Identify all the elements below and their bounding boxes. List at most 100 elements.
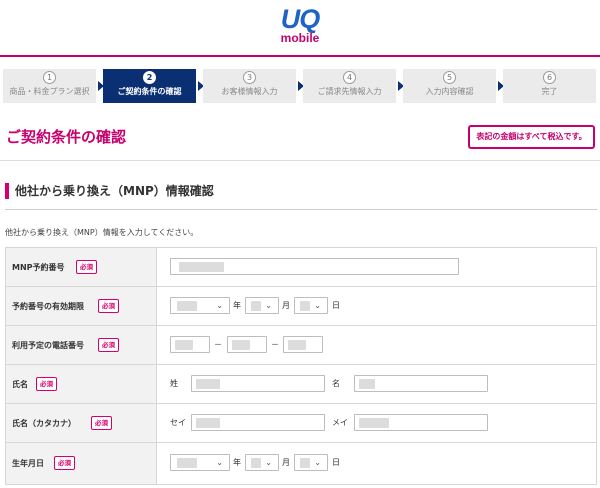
- chevron-down-icon: ⌄: [314, 301, 321, 310]
- first-name-kana-input[interactable]: [354, 414, 488, 431]
- step-label: お客様情報入力: [221, 87, 278, 96]
- chevron-down-icon: ⌄: [265, 458, 272, 467]
- sei-kana-label: セイ: [170, 418, 186, 427]
- phone-part2-input[interactable]: [227, 336, 267, 353]
- divider: [5, 209, 597, 210]
- step-number: 6: [543, 71, 556, 84]
- first-name-input[interactable]: [354, 375, 488, 392]
- last-name-kana-input[interactable]: [191, 414, 325, 431]
- month-unit: 月: [282, 301, 290, 310]
- step-number: 3: [243, 71, 256, 84]
- redacted-value: [196, 379, 220, 389]
- step-5: 5 入力内容確認: [403, 69, 496, 103]
- step-label: 完了: [541, 87, 558, 96]
- required-badge: 必須: [98, 299, 119, 313]
- tax-note-badge: 表記の金額はすべて税込です。: [468, 125, 595, 149]
- phone-part3-input[interactable]: [283, 336, 323, 353]
- logo-mobile-text: mobile: [280, 31, 320, 45]
- step-4: 4 ご請求先情報入力: [303, 69, 396, 103]
- form-row-mnp-number: MNP予約番号 必須: [6, 248, 596, 287]
- mnp-number-input[interactable]: [170, 258, 459, 275]
- day-unit: 日: [332, 301, 340, 310]
- logo-uq-text: UQ: [280, 4, 321, 34]
- mnp-form: MNP予約番号 必須 予約番号の有効期限 必須 ⌄ 年 ⌄ 月 ⌄ 日 利用予定…: [5, 247, 597, 485]
- phone-dash: －: [214, 340, 222, 349]
- required-badge: 必須: [91, 416, 112, 430]
- chevron-down-icon: ⌄: [216, 458, 223, 467]
- expiry-day-select[interactable]: ⌄: [294, 297, 328, 314]
- birth-day-select[interactable]: ⌄: [294, 454, 328, 471]
- step-number: 4: [343, 71, 356, 84]
- mei-kana-label: メイ: [332, 418, 348, 427]
- field-label: 生年月日: [12, 459, 44, 468]
- field-label: MNP予約番号: [12, 263, 65, 272]
- step-number: 5: [443, 71, 456, 84]
- form-label-cell: 生年月日 必須: [6, 443, 157, 484]
- redacted-value: [288, 340, 306, 350]
- form-row-name: 氏名 必須 姓 名: [6, 365, 596, 404]
- redacted-value: [196, 418, 220, 428]
- step-label: ご請求先情報入力: [317, 87, 382, 96]
- step-3: 3 お客様情報入力: [203, 69, 296, 103]
- expiry-month-select[interactable]: ⌄: [245, 297, 279, 314]
- redacted-value: [177, 301, 197, 311]
- phone-dash: －: [271, 340, 279, 349]
- step-label: 商品・料金プラン選択: [9, 87, 90, 96]
- required-badge: 必須: [76, 260, 97, 274]
- redacted-value: [232, 340, 250, 350]
- form-row-phone-number: 利用予定の電話番号 必須 － －: [6, 326, 596, 365]
- step-1: 1 商品・料金プラン選択: [3, 69, 96, 103]
- last-name-input[interactable]: [191, 375, 325, 392]
- redacted-value: [251, 458, 261, 468]
- form-label-cell: MNP予約番号 必須: [6, 248, 157, 286]
- year-unit: 年: [233, 301, 241, 310]
- step-6: 6 完了: [503, 69, 596, 103]
- form-row-birthdate: 生年月日 必須 ⌄ 年 ⌄ 月 ⌄ 日: [6, 443, 596, 484]
- expiry-year-select[interactable]: ⌄: [170, 297, 230, 314]
- form-label-cell: 利用予定の電話番号 必須: [6, 326, 157, 364]
- redacted-value: [300, 458, 310, 468]
- progress-steps: 1 商品・料金プラン選択 2 ご契約条件の確認 3 お客様情報入力 4 ご請求先…: [3, 69, 597, 103]
- site-header: UQ mobile: [0, 0, 600, 57]
- redacted-value: [179, 262, 224, 272]
- birth-month-select[interactable]: ⌄: [245, 454, 279, 471]
- step-number: 1: [43, 71, 56, 84]
- field-label: 利用予定の電話番号: [12, 341, 84, 350]
- field-label: 予約番号の有効期限: [12, 302, 84, 311]
- redacted-value: [359, 418, 389, 428]
- redacted-value: [251, 301, 261, 311]
- mei-label: 名: [332, 379, 340, 388]
- step-2: 2 ご契約条件の確認: [103, 69, 196, 103]
- field-label: 氏名（カタカナ）: [12, 419, 76, 428]
- redacted-value: [359, 379, 375, 389]
- uq-mobile-logo[interactable]: UQ mobile: [272, 4, 328, 48]
- divider: [0, 160, 600, 161]
- required-badge: 必須: [36, 377, 57, 391]
- form-label-cell: 予約番号の有効期限 必須: [6, 287, 157, 325]
- form-label-cell: 氏名（カタカナ） 必須: [6, 404, 157, 442]
- section-intro: 他社から乗り換え（MNP）情報を入力してください。: [5, 228, 199, 237]
- step-label: 入力内容確認: [425, 87, 474, 96]
- chevron-down-icon: ⌄: [314, 458, 321, 467]
- chevron-down-icon: ⌄: [216, 301, 223, 310]
- form-row-name-kana: 氏名（カタカナ） 必須 セイ メイ: [6, 404, 596, 443]
- day-unit: 日: [332, 458, 340, 467]
- field-label: 氏名: [12, 380, 28, 389]
- form-label-cell: 氏名 必須: [6, 365, 157, 403]
- redacted-value: [175, 340, 193, 350]
- chevron-down-icon: ⌄: [265, 301, 272, 310]
- month-unit: 月: [282, 458, 290, 467]
- redacted-value: [300, 301, 310, 311]
- birth-year-select[interactable]: ⌄: [170, 454, 230, 471]
- section-title: 他社から乗り換え（MNP）情報確認: [15, 184, 214, 198]
- page-title: ご契約条件の確認: [6, 128, 127, 146]
- sei-label: 姓: [170, 379, 178, 388]
- step-number: 2: [143, 71, 156, 84]
- form-row-mnp-expiry: 予約番号の有効期限 必須 ⌄ 年 ⌄ 月 ⌄ 日: [6, 287, 596, 326]
- redacted-value: [177, 458, 197, 468]
- required-badge: 必須: [54, 456, 75, 470]
- step-label: ご契約条件の確認: [117, 87, 182, 96]
- year-unit: 年: [233, 458, 241, 467]
- section-accent-bar: [5, 183, 9, 199]
- phone-part1-input[interactable]: [170, 336, 210, 353]
